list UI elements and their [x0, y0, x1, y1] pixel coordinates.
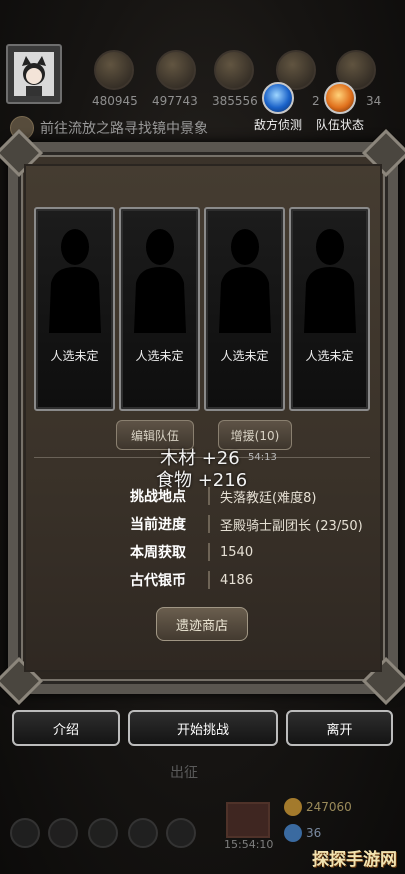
- info-value: 圣殿骑士副团长 (23/50): [220, 518, 363, 534]
- slot-label: 人选未定: [305, 349, 354, 363]
- hero-icon[interactable]: [128, 818, 158, 848]
- gold-counter: 247060: [284, 798, 352, 816]
- party-slot[interactable]: 人选未定: [204, 207, 285, 411]
- info-key: 当前进度: [130, 517, 186, 533]
- edit-team-label: 编辑队伍: [130, 428, 179, 443]
- log-icon: [156, 50, 196, 90]
- relic-shop-label: 遗迹商店: [175, 618, 228, 634]
- info-row-location: 挑战地点 失落教廷(难度8): [130, 486, 316, 506]
- intro-label: 介绍: [52, 722, 79, 738]
- hero-icon[interactable]: [88, 818, 118, 848]
- resource-value: 385556: [212, 94, 258, 108]
- gem-icon: [284, 824, 302, 842]
- quest-tracker[interactable]: 前往流放之路寻找镜中景象: [10, 116, 208, 140]
- team-status-label: 队伍状态: [316, 118, 365, 132]
- info-separator: [208, 571, 210, 589]
- gold-value: 247060: [306, 800, 352, 814]
- empty-hero-silhouette-icon: [303, 229, 356, 333]
- resource-value: 480945: [92, 94, 138, 108]
- radar-icon: [262, 82, 294, 114]
- hero-icon[interactable]: [48, 818, 78, 848]
- depart-label: 出征: [170, 765, 198, 781]
- gem-counter: 36: [284, 824, 321, 842]
- info-separator: [208, 487, 210, 505]
- team-status-button[interactable]: 队伍状态: [316, 82, 364, 133]
- gift-box-icon[interactable]: [226, 802, 270, 838]
- info-separator: [208, 515, 210, 533]
- event-timer: 15:54:10: [224, 838, 274, 851]
- bread-icon: [94, 50, 134, 90]
- slot-label: 人选未定: [50, 349, 99, 363]
- info-row-weekly: 本周获取 1540: [130, 542, 253, 562]
- info-value: 4186: [220, 572, 254, 588]
- info-value: 失落教廷(难度8): [220, 490, 317, 506]
- slot-label: 人选未定: [135, 349, 184, 363]
- leave-button[interactable]: 离开: [286, 710, 393, 746]
- resource-value: 497743: [152, 94, 198, 108]
- hero-icon[interactable]: [10, 818, 40, 848]
- party-slot[interactable]: 人选未定: [289, 207, 370, 411]
- empty-hero-silhouette-icon: [218, 229, 271, 333]
- info-key: 挑战地点: [130, 489, 186, 505]
- ore-icon: [214, 50, 254, 90]
- hero-icon[interactable]: [166, 818, 196, 848]
- slot-label: 人选未定: [220, 349, 269, 363]
- empty-hero-silhouette-icon: [48, 229, 101, 333]
- flame-icon: [324, 82, 356, 114]
- site-watermark: 探探手游网: [312, 850, 397, 870]
- start-challenge-button[interactable]: 开始挑战: [128, 710, 278, 746]
- info-row-silver: 古代银币 4186: [130, 570, 253, 590]
- player-avatar[interactable]: [6, 44, 62, 104]
- gold-coin-icon: [284, 798, 302, 816]
- quest-text: 前往流放之路寻找镜中景象: [40, 121, 208, 137]
- info-value: 1540: [220, 544, 254, 560]
- resource-value: 34: [366, 94, 382, 108]
- relic-shop-button[interactable]: 遗迹商店: [156, 607, 248, 641]
- enemy-scout-button[interactable]: 敌方侦测: [254, 82, 302, 133]
- top-hud: 480945 497743 385556 2 34 前往流放之路寻找镜中景象 敌…: [0, 0, 405, 150]
- info-row-progress: 当前进度 圣殿骑士副团长 (23/50): [130, 514, 363, 534]
- gain-timestamp: 54:13: [248, 452, 277, 463]
- reinforce-label: 增援(10): [230, 428, 280, 443]
- party-slot[interactable]: 人选未定: [34, 207, 115, 411]
- start-challenge-label: 开始挑战: [176, 722, 229, 738]
- leave-label: 离开: [326, 722, 353, 738]
- cat-girl-avatar-icon: [14, 52, 54, 96]
- empty-hero-silhouette-icon: [133, 229, 186, 333]
- info-key: 本周获取: [130, 545, 186, 561]
- info-separator: [208, 543, 210, 561]
- enemy-scout-label: 敌方侦测: [254, 118, 303, 132]
- intro-button[interactable]: 介绍: [12, 710, 120, 746]
- party-slot[interactable]: 人选未定: [119, 207, 200, 411]
- info-key: 古代银币: [130, 573, 186, 589]
- gem-value: 36: [306, 826, 322, 840]
